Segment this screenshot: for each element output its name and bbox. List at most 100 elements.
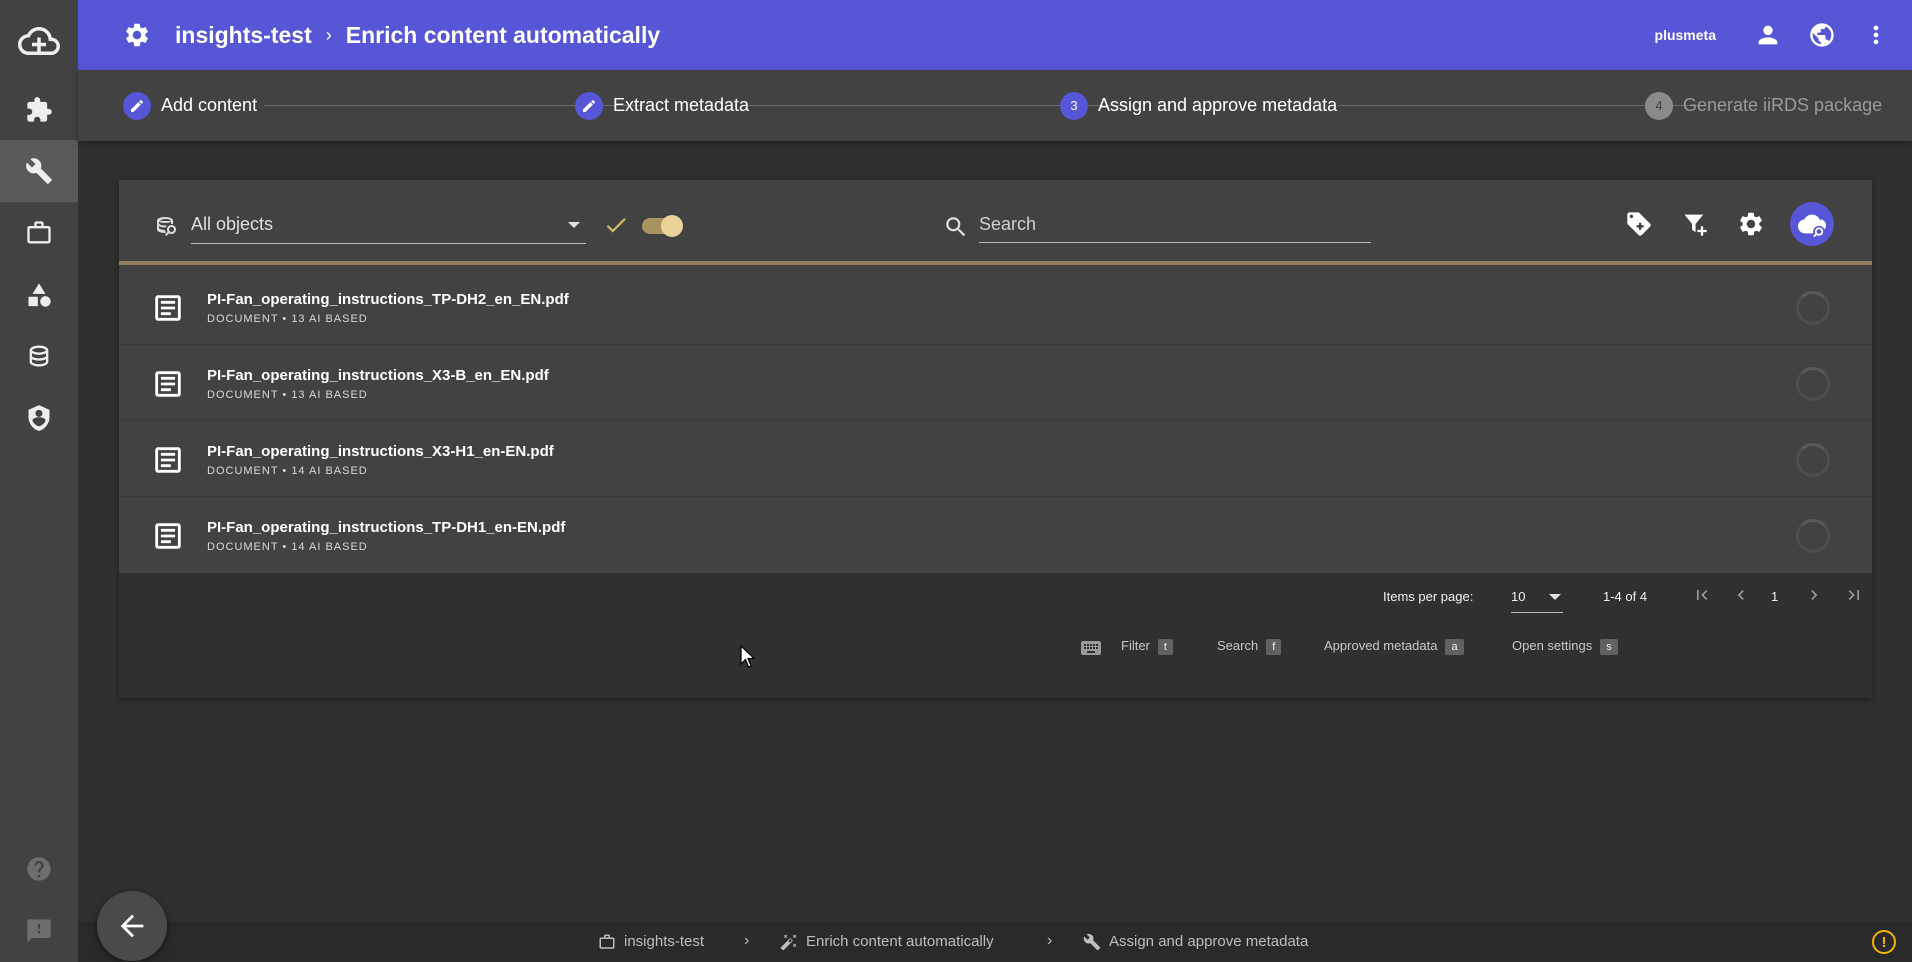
shortcut-filter: Filter t: [1121, 638, 1173, 655]
page-range: 1-4 of 4: [1603, 589, 1648, 604]
shortcut-key: a: [1445, 639, 1464, 655]
sidebar-item-data[interactable]: [0, 325, 78, 387]
next-page-button[interactable]: [1802, 583, 1826, 607]
cloud-search-icon: [1798, 214, 1826, 238]
workflow-stepper: Add content Extract metadata 3 Assign an…: [78, 70, 1912, 141]
step-assign-approve[interactable]: 3 Assign and approve metadata: [1060, 70, 1337, 141]
project-name[interactable]: insights-test: [175, 22, 312, 49]
settings-icon: [1740, 212, 1762, 236]
tag-add-icon: [1627, 212, 1651, 236]
sidebar-item-extensions[interactable]: [0, 79, 78, 141]
document-name: PI-Fan_operating_instructions_X3-B_en_EN…: [207, 367, 549, 384]
edit-icon: [583, 99, 596, 112]
loading-spinner: [1796, 443, 1830, 477]
settings-button[interactable]: [1734, 207, 1768, 241]
shapes-icon: [28, 283, 51, 307]
mouse-cursor-icon: [740, 645, 756, 668]
items-per-page-select[interactable]: 10: [1511, 579, 1563, 613]
step-extract-metadata[interactable]: Extract metadata: [575, 70, 749, 141]
step-label: Add content: [161, 95, 258, 115]
wrench-icon: [1083, 933, 1101, 950]
warning-icon[interactable]: !: [1872, 930, 1896, 954]
assign-tag-button[interactable]: [1622, 207, 1656, 241]
paginator: Items per page: 10 1-4 of 4 1 Filter t Se…: [119, 573, 1872, 698]
document-name: PI-Fan_operating_instructions_TP-DH2_en_…: [207, 291, 569, 308]
sidebar-item-projects[interactable]: [0, 202, 78, 264]
dropdown-arrow-icon: [1549, 594, 1561, 600]
shortcut-label: Open settings: [1512, 638, 1593, 653]
globe-icon[interactable]: [1808, 21, 1836, 49]
back-button[interactable]: [97, 891, 167, 961]
first-page-icon: [1697, 590, 1708, 600]
document-icon: [155, 371, 181, 397]
step-generate-package[interactable]: 4 Generate iiRDS package: [1645, 70, 1882, 141]
sidebar-item-help[interactable]: [0, 838, 78, 900]
document-name: PI-Fan_operating_instructions_X3-H1_en-E…: [207, 443, 554, 460]
wrench-icon: [26, 158, 52, 184]
shortcut-label: Approved metadata: [1324, 638, 1438, 653]
step-label: Extract metadata: [613, 95, 750, 115]
shortcut-label: Search: [1217, 638, 1259, 653]
briefcase-icon: [27, 221, 51, 244]
sidebar-item-admin[interactable]: [0, 387, 78, 449]
page-title: Enrich content automatically: [345, 21, 661, 48]
current-page: 1: [1771, 589, 1779, 604]
search-input[interactable]: [979, 207, 1371, 243]
list-item[interactable]: PI-Fan_operating_instructions_TP-DH2_en_…: [119, 269, 1872, 345]
add-filter-button[interactable]: [1678, 207, 1712, 241]
step-label: Assign and approve metadata: [1098, 95, 1338, 115]
list-item[interactable]: PI-Fan_operating_instructions_TP-DH1_en-…: [119, 497, 1872, 573]
document-meta: DOCUMENT • 13 AI BASED: [207, 313, 368, 325]
document-icon: [155, 523, 181, 549]
step-label: Generate iiRDS package: [1683, 95, 1883, 115]
top-app-bar: insights-test › Enrich content automatic…: [78, 0, 1912, 70]
document-meta: DOCUMENT • 14 AI BASED: [207, 465, 368, 477]
step-number: 4: [1645, 91, 1673, 120]
briefcase-icon: [599, 934, 615, 949]
document-icon: [155, 295, 181, 321]
object-type-select[interactable]: All objects: [191, 206, 586, 244]
arrow-back-icon: [120, 914, 144, 938]
username: plusmeta: [1654, 27, 1716, 43]
content-card: All objects PI-Fan_operating_instruction…: [119, 180, 1872, 698]
cloud-search-button[interactable]: [1790, 202, 1834, 246]
list-item[interactable]: PI-Fan_operating_instructions_X3-B_en_EN…: [119, 345, 1872, 421]
breadcrumb-item-step[interactable]: Assign and approve metadata: [1083, 921, 1308, 962]
first-page-button[interactable]: [1690, 583, 1714, 607]
loading-spinner: [1796, 291, 1830, 325]
breadcrumb-label: insights-test: [624, 933, 705, 950]
sidebar-item-feedback[interactable]: [0, 900, 78, 962]
shortcut-open-settings: Open settings s: [1512, 638, 1618, 655]
last-page-button[interactable]: [1842, 583, 1866, 607]
chevron-right-icon: ›: [325, 24, 332, 45]
database-search-icon: [157, 217, 177, 236]
items-per-page-label: Items per page:: [1383, 589, 1474, 604]
document-icon: [155, 447, 181, 473]
sidebar-item-home[interactable]: [0, 10, 78, 72]
items-per-page-value: 10: [1511, 589, 1526, 604]
approved-metadata-toggle[interactable]: [642, 215, 683, 237]
list-toolbar: All objects: [119, 180, 1872, 265]
breadcrumb-label: Enrich content automatically: [806, 933, 994, 950]
shortcut-approved-metadata: Approved metadata a: [1324, 638, 1464, 655]
breadcrumb-item-project[interactable]: insights-test: [598, 921, 704, 962]
breadcrumb: insights-test › Enrich content automatic…: [78, 921, 1912, 962]
step-marker: [575, 91, 603, 120]
breadcrumb-item-workflow[interactable]: Enrich content automatically: [780, 921, 994, 962]
gear-icon[interactable]: [123, 21, 151, 49]
step-add-content[interactable]: Add content: [123, 70, 257, 141]
list-item[interactable]: PI-Fan_operating_instructions_X3-H1_en-E…: [119, 421, 1872, 497]
sidebar-item-tools[interactable]: [0, 140, 78, 202]
dropdown-arrow-icon: [568, 222, 580, 228]
document-meta: DOCUMENT • 13 AI BASED: [207, 389, 368, 401]
sidebar-item-classes[interactable]: [0, 264, 78, 326]
more-vert-icon[interactable]: [1862, 21, 1890, 49]
chevron-right-icon: [1811, 590, 1818, 600]
previous-page-button[interactable]: [1729, 583, 1753, 607]
chevron-right-icon: ›: [744, 932, 750, 949]
person-icon[interactable]: [1754, 21, 1782, 49]
keyboard-icon: [1081, 641, 1101, 655]
help-icon: [27, 857, 51, 881]
database-icon: [29, 345, 49, 367]
step-number: 3: [1060, 91, 1088, 120]
